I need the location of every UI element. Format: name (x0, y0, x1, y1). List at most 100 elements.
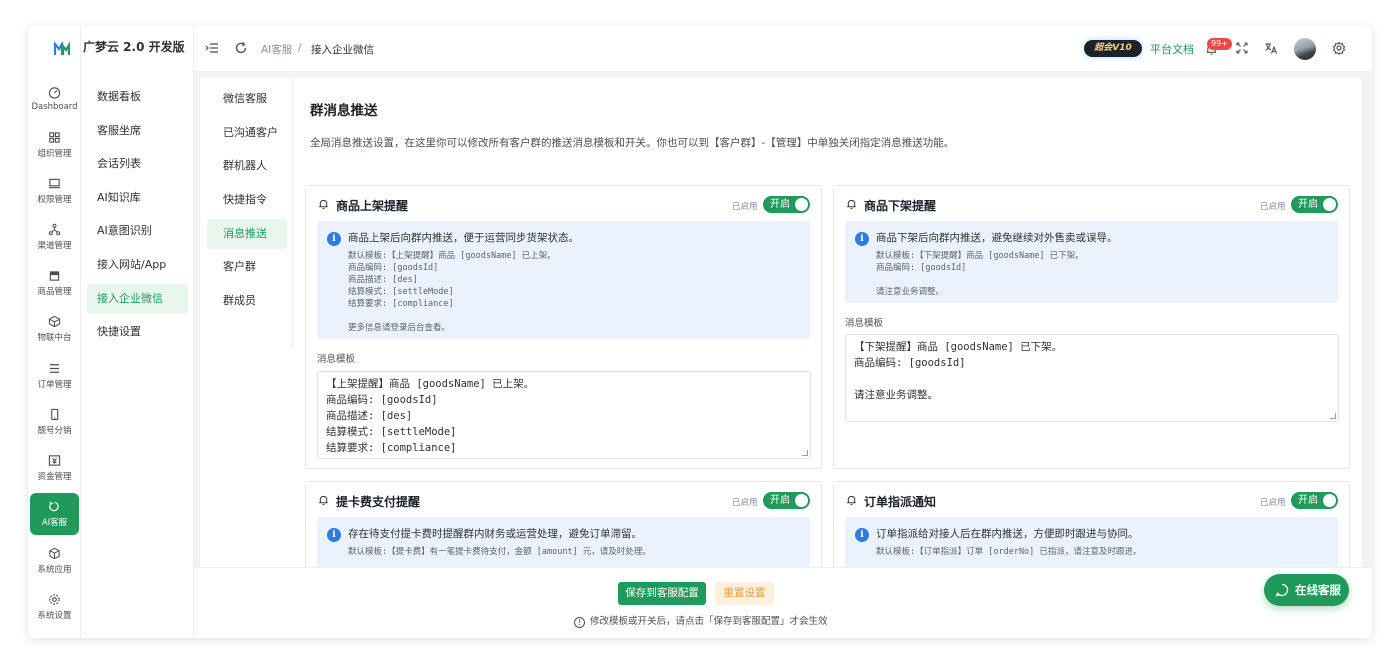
rail-label: 权限管理 (37, 195, 72, 205)
menu-item-wecom[interactable]: 接入企业微信 (87, 284, 188, 314)
settings-icon[interactable] (1332, 41, 1346, 55)
template-line: 结算要求: [compliance] (326, 442, 457, 454)
tip-line: 结算要求: [compliance] (348, 299, 454, 309)
logo-icon (54, 42, 70, 55)
monitor-icon (48, 178, 61, 189)
save-hint-text: 修改模板或开关后，请点击「保存到客服配置」才会生效 (590, 616, 828, 627)
breadcrumb-current: 接入企业微信 (311, 44, 374, 56)
list-icon (49, 364, 60, 373)
rail-item-channel[interactable]: 渠道管理 (30, 216, 79, 258)
info-icon: i (855, 528, 869, 542)
card-goods-offline: 商品下架提醒 已启用 开启 i 商品下架后向群内推送，避免继续对外售卖或误导。 … (833, 185, 1350, 469)
menu-item-quick-settings[interactable]: 快捷设置 (87, 317, 188, 347)
menu-item-agent-seats[interactable]: 客服坐席 (87, 116, 188, 146)
template-line: 商品编码: [goodsId] (326, 394, 438, 406)
enable-toggle[interactable]: 开启 (763, 492, 810, 509)
rail-item-iot[interactable]: 物联中台 (30, 308, 79, 350)
submenu-contacted-customers[interactable]: 已沟通客户 (207, 118, 287, 148)
breadcrumb-root[interactable]: AI客服 (261, 42, 292, 57)
page-description: 全局消息推送设置，在这里你可以修改所有客户群的推送消息模板和开关。你也可以到【客… (310, 137, 955, 149)
online-service-label: 在线客服 (1295, 583, 1341, 597)
tip-line: 商品编码: [goodsId] (876, 263, 967, 273)
menu-fold-icon[interactable] (205, 41, 219, 55)
wecom-submenu: 微信客服 已沟通客户 群机器人 快捷指令 消息推送 客户群 群成员 (200, 78, 293, 348)
tip-line: 默认模板:【订单指派】订单 [orderNo] 已指派，请注意及时跟进。 (876, 547, 1142, 557)
enable-toggle[interactable]: 开启 (1291, 196, 1338, 213)
chat-icon (1275, 583, 1289, 597)
tip-line: 默认模板:【上架提醒】商品 [goodsName] 已上架。 (348, 251, 556, 261)
tip-line: 请注意业务调整。 (876, 287, 945, 297)
save-hint: ! 修改模板或开关后，请点击「保存到客服配置」才会生效 (574, 613, 828, 628)
tip-heading: 商品下架后向群内推送，避免继续对外售卖或误导。 (876, 232, 1118, 244)
template-textarea[interactable]: 【下架提醒】商品 [goodsName] 已下架。 商品编码: [goodsId… (845, 334, 1339, 422)
translate-icon[interactable] (1264, 41, 1278, 55)
yen-icon (48, 455, 61, 466)
tip-line: 默认模板:【下架提醒】商品 [goodsName] 已下架。 (876, 251, 1084, 261)
menu-item-website-app[interactable]: 接入网站/App (87, 250, 188, 280)
rail-label: 订单管理 (37, 380, 72, 390)
avatar[interactable] (1294, 38, 1316, 60)
bell-icon (319, 199, 328, 210)
rail-item-org[interactable]: 组织管理 (30, 124, 79, 166)
save-config-button[interactable]: 保存到客服配置 (618, 582, 706, 605)
rail-item-funds[interactable]: 资金管理 (30, 447, 79, 489)
box-icon (49, 547, 60, 560)
menu-item-sessions[interactable]: 会话列表 (87, 149, 188, 179)
submenu-customer-groups[interactable]: 客户群 (207, 252, 287, 282)
rail-item-number[interactable]: 靓号分销 (30, 401, 79, 443)
reset-settings-button[interactable]: 重置设置 (715, 582, 774, 605)
template-line: 商品描述: [des] (326, 410, 413, 422)
online-service-button[interactable]: 在线客服 (1264, 574, 1349, 606)
tip-heading: 商品上架后向群内推送，便于运营同步货架状态。 (348, 232, 579, 244)
template-textarea[interactable]: 【上架提醒】商品 [goodsName] 已上架。 商品编码: [goodsId… (317, 371, 811, 459)
resize-handle[interactable] (1330, 413, 1336, 419)
content-panel: 微信客服 已沟通客户 群机器人 快捷指令 消息推送 客户群 群成员 群消息推送 … (200, 78, 1362, 638)
rail-label: 物联中台 (37, 333, 72, 343)
breadcrumb-separator: / (298, 42, 302, 54)
tip-line: 商品描述: [des] (348, 275, 418, 285)
info-tip: i 商品上架后向群内推送，便于运营同步货架状态。 默认模板:【上架提醒】商品 [… (317, 221, 810, 339)
card-title: 提卡费支付提醒 (336, 495, 421, 509)
store-icon (49, 271, 60, 281)
card-title: 商品上架提醒 (336, 199, 409, 213)
enable-toggle[interactable]: 开启 (1291, 492, 1338, 509)
menu-item-intent[interactable]: AI意图识别 (87, 216, 188, 246)
docs-link[interactable]: 平台文档 (1150, 41, 1194, 57)
enabled-status: 已启用 (1260, 202, 1286, 212)
cube-icon (48, 315, 61, 328)
enable-toggle[interactable]: 开启 (763, 196, 810, 213)
rail-item-ai-service[interactable]: AI客服 (30, 493, 79, 535)
vip-badge[interactable]: 超会V10 (1084, 40, 1142, 57)
page-title: 群消息推送 (310, 103, 378, 119)
info-tip: i 商品下架后向群内推送，避免继续对外售卖或误导。 默认模板:【下架提醒】商品 … (845, 221, 1338, 303)
submenu-group-members[interactable]: 群成员 (207, 286, 287, 316)
top-bar: AI客服 / 接入企业微信 超会V10 平台文档 99+ (194, 26, 1372, 72)
bell-icon (847, 495, 856, 506)
tip-line: 商品编码: [goodsId] (348, 263, 439, 273)
submenu-message-push[interactable]: 消息推送 (207, 219, 287, 249)
rail-item-order[interactable]: 订单管理 (30, 355, 79, 397)
template-label: 消息模板 (845, 318, 884, 329)
refresh-icon[interactable] (234, 41, 248, 55)
menu-item-data-board[interactable]: 数据看板 (87, 82, 188, 112)
menu-item-knowledge[interactable]: AI知识库 (87, 183, 188, 213)
rail-item-goods[interactable]: 商品管理 (30, 262, 79, 304)
icon-rail: Dashboard 组织管理 权限管理 渠道管理 商品管理 物联中台 订单管理 (28, 26, 81, 638)
phone-icon (51, 408, 59, 421)
enabled-status: 已启用 (732, 202, 758, 212)
fullscreen-icon[interactable] (1235, 41, 1249, 55)
rail-item-permission[interactable]: 权限管理 (30, 170, 79, 212)
resize-handle[interactable] (802, 450, 808, 456)
submenu-quick-commands[interactable]: 快捷指令 (207, 185, 287, 215)
enabled-status: 已启用 (1260, 498, 1286, 508)
bell-icon (319, 495, 328, 506)
app-window: Dashboard 组织管理 权限管理 渠道管理 商品管理 物联中台 订单管理 (28, 26, 1372, 638)
rail-item-settings[interactable]: 系统设置 (30, 586, 79, 628)
info-icon: i (855, 232, 869, 246)
submenu-wechat-service[interactable]: 微信客服 (207, 84, 287, 114)
dashboard-icon (48, 87, 61, 99)
rail-item-dashboard[interactable]: Dashboard (30, 78, 79, 120)
card-title: 商品下架提醒 (864, 199, 937, 213)
rail-item-apps[interactable]: 系统应用 (30, 540, 79, 582)
submenu-group-robot[interactable]: 群机器人 (207, 151, 287, 181)
